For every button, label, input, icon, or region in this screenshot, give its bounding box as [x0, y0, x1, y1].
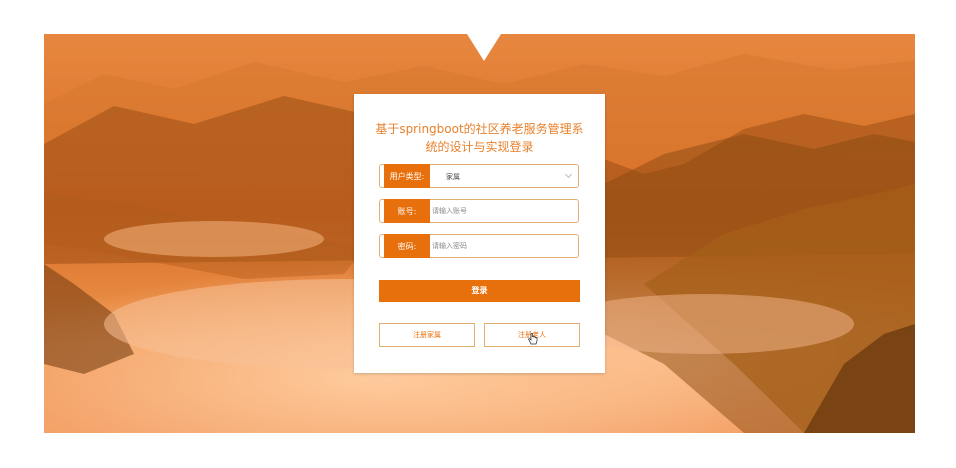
- top-pointer-notch: [467, 34, 501, 61]
- account-label: 账号:: [384, 199, 430, 223]
- user-type-select[interactable]: 用户类型: 家属: [379, 164, 579, 188]
- account-field: 账号:: [379, 199, 579, 223]
- login-button[interactable]: 登录: [379, 280, 580, 302]
- account-input[interactable]: [432, 202, 572, 220]
- register-family-button[interactable]: 注册家属: [379, 323, 475, 347]
- user-type-value: 家属: [446, 173, 460, 181]
- password-field: 密码:: [379, 234, 579, 258]
- chevron-down-icon: [564, 170, 573, 179]
- login-card: 基于springboot的社区养老服务管理系统的设计与实现登录 用户类型: 家属…: [354, 94, 605, 373]
- password-label: 密码:: [384, 234, 430, 258]
- login-title: 基于springboot的社区养老服务管理系统的设计与实现登录: [375, 122, 584, 154]
- hand-pointer-cursor-icon: [528, 333, 538, 345]
- user-type-label: 用户类型:: [384, 164, 430, 188]
- password-input[interactable]: [432, 237, 572, 255]
